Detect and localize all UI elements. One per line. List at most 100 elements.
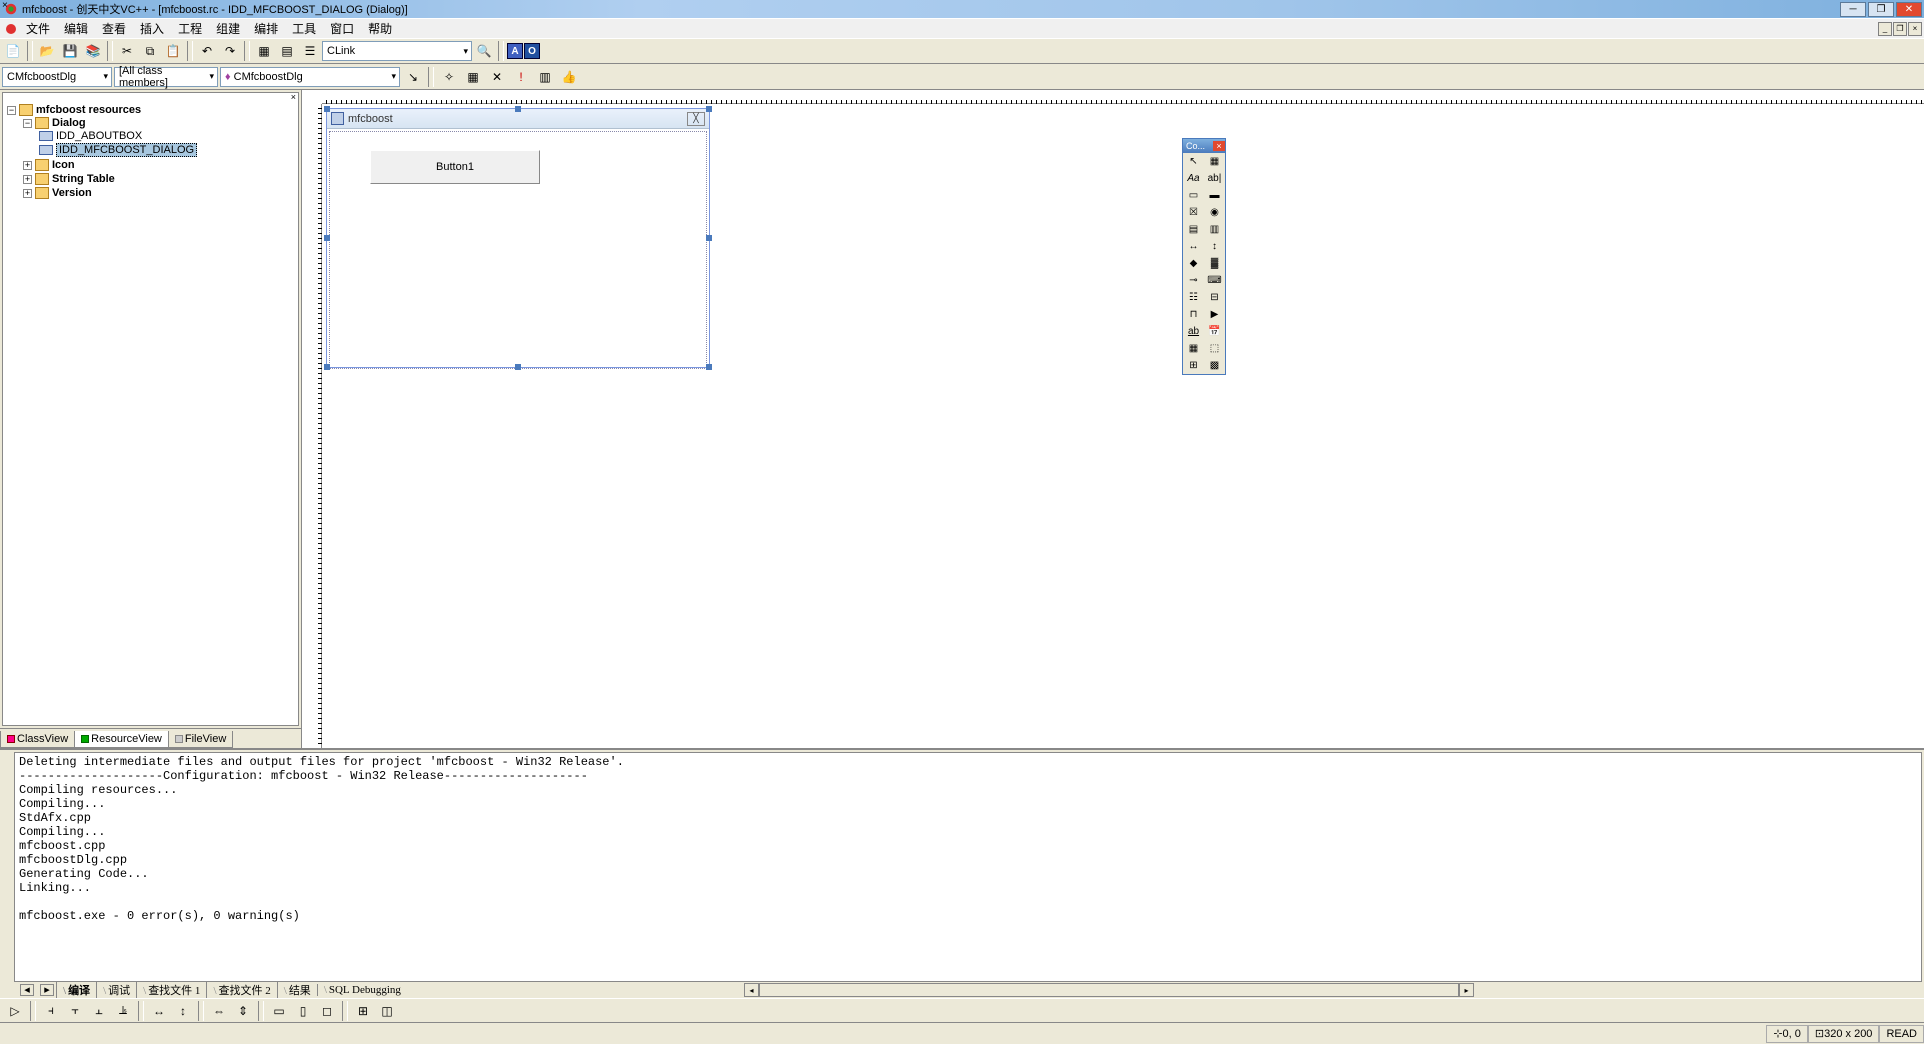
resize-handle[interactable] xyxy=(706,235,712,241)
find-combo[interactable]: CLink xyxy=(322,41,472,61)
month-tool-icon[interactable]: ▦ xyxy=(1183,340,1204,357)
hscroll-left[interactable]: ◂ xyxy=(744,983,759,997)
output-tab-find1[interactable]: 查找文件 1 xyxy=(136,982,206,998)
save-button[interactable]: 💾 xyxy=(59,40,81,62)
combo-tool-icon[interactable]: ▤ xyxy=(1183,221,1204,238)
menu-view[interactable]: 查看 xyxy=(96,18,132,39)
tree-dialog-folder[interactable]: Dialog xyxy=(52,117,86,129)
output-tab-sql[interactable]: SQL Debugging xyxy=(317,984,407,996)
mdi-restore[interactable]: ❐ xyxy=(1893,22,1907,36)
tab-fileview[interactable]: FileView xyxy=(168,731,233,748)
action2-icon[interactable]: ▦ xyxy=(462,66,484,88)
menu-project[interactable]: 工程 xyxy=(172,18,208,39)
output-nav-right[interactable]: ▸ xyxy=(40,984,54,996)
dialog-designer[interactable]: mfcboost ╳ Button1 Co...× ↖ xyxy=(302,90,1924,748)
find-button[interactable]: 🔍 xyxy=(473,40,495,62)
tile-h-button[interactable]: A xyxy=(507,43,523,59)
resize-handle[interactable] xyxy=(706,106,712,112)
align-left-icon[interactable]: ⫞ xyxy=(40,1000,62,1022)
dialog-frame[interactable]: mfcboost ╳ Button1 xyxy=(326,108,710,368)
slider-tool-icon[interactable]: ⊸ xyxy=(1183,272,1204,289)
checkbox-tool-icon[interactable]: ☒ xyxy=(1183,204,1204,221)
space-v-icon[interactable]: ⇕ xyxy=(232,1000,254,1022)
hscroll-right[interactable]: ▸ xyxy=(1459,983,1474,997)
picture-tool-icon[interactable]: ▦ xyxy=(1204,153,1225,170)
group-tool-icon[interactable]: ▭ xyxy=(1183,187,1204,204)
menu-insert[interactable]: 插入 xyxy=(134,18,170,39)
button-tool-icon[interactable]: ▬ xyxy=(1204,187,1225,204)
custom-tool-icon[interactable]: ⊞ xyxy=(1183,357,1204,374)
mdi-minimize[interactable]: _ xyxy=(1878,22,1892,36)
resize-handle[interactable] xyxy=(324,235,330,241)
static-tool-icon[interactable]: Aa xyxy=(1183,170,1204,187)
list-tool-icon[interactable]: ☷ xyxy=(1183,289,1204,306)
save-all-button[interactable]: 📚 xyxy=(82,40,104,62)
grid-toggle-icon[interactable]: ⊞ xyxy=(352,1000,374,1022)
maximize-button[interactable]: ❐ xyxy=(1868,2,1894,17)
resize-handle[interactable] xyxy=(515,364,521,370)
tree-stringtable-folder[interactable]: String Table xyxy=(52,173,115,185)
spin-tool-icon[interactable]: ◆ xyxy=(1183,255,1204,272)
action5-icon[interactable]: ▥ xyxy=(534,66,556,88)
edit-tool-icon[interactable]: ab| xyxy=(1204,170,1225,187)
output-close-icon[interactable]: × xyxy=(2,0,8,11)
menu-edit[interactable]: 编辑 xyxy=(58,18,94,39)
action4-icon[interactable]: ! xyxy=(510,66,532,88)
menu-tools[interactable]: 工具 xyxy=(286,18,322,39)
richedit-tool-icon[interactable]: ab xyxy=(1183,323,1204,340)
space-h-icon[interactable]: ⇔ xyxy=(208,1000,230,1022)
align-bottom-icon[interactable]: ⫡ xyxy=(112,1000,134,1022)
open-button[interactable]: 📂 xyxy=(36,40,58,62)
hotkey-tool-icon[interactable]: ⌨ xyxy=(1204,272,1225,289)
center-v-icon[interactable]: ↕ xyxy=(172,1000,194,1022)
workspace-button[interactable]: ▦ xyxy=(253,40,275,62)
extended-tool-icon[interactable]: ▩ xyxy=(1204,357,1225,374)
menu-file[interactable]: 文件 xyxy=(20,18,56,39)
hscroll-track[interactable] xyxy=(759,983,1459,997)
paste-button[interactable]: 📋 xyxy=(162,40,184,62)
tree-root[interactable]: mfcboost resources xyxy=(36,104,141,116)
tab-classview[interactable]: ClassView xyxy=(0,731,75,748)
test-dialog-button[interactable]: ▷ xyxy=(4,1000,26,1022)
goto-button[interactable]: ↘ xyxy=(402,66,424,88)
dialog-close-icon[interactable]: ╳ xyxy=(687,112,705,126)
panel-close-icon[interactable]: × xyxy=(291,92,296,102)
vscroll-tool-icon[interactable]: ↕ xyxy=(1204,238,1225,255)
same-size-icon[interactable]: ◻ xyxy=(316,1000,338,1022)
member-combo[interactable]: ♦CMfcboostDlg xyxy=(220,67,400,87)
radio-tool-icon[interactable]: ◉ xyxy=(1204,204,1225,221)
menu-layout[interactable]: 编排 xyxy=(248,18,284,39)
align-right-icon[interactable]: ⫟ xyxy=(64,1000,86,1022)
action3-icon[interactable]: ✕ xyxy=(486,66,508,88)
copy-button[interactable]: ⧉ xyxy=(139,40,161,62)
datetime-tool-icon[interactable]: 📅 xyxy=(1204,323,1225,340)
tile-v-button[interactable]: O xyxy=(524,43,540,59)
output-tab-debug[interactable]: 调试 xyxy=(96,982,136,998)
animate-tool-icon[interactable]: ▶ xyxy=(1204,306,1225,323)
menu-window[interactable]: 窗口 xyxy=(324,18,360,39)
tab-resourceview[interactable]: ResourceView xyxy=(74,731,169,748)
build-output[interactable]: Deleting intermediate files and output f… xyxy=(14,752,1922,982)
listbox-tool-icon[interactable]: ▥ xyxy=(1204,221,1225,238)
resize-handle[interactable] xyxy=(324,106,330,112)
same-height-icon[interactable]: ▯ xyxy=(292,1000,314,1022)
ip-tool-icon[interactable]: ⬚ xyxy=(1204,340,1225,357)
tree-icon-folder[interactable]: Icon xyxy=(52,159,75,171)
minimize-button[interactable]: ─ xyxy=(1840,2,1866,17)
redo-button[interactable]: ↷ xyxy=(219,40,241,62)
output-tab-results[interactable]: 结果 xyxy=(277,982,317,998)
tree-version-folder[interactable]: Version xyxy=(52,187,92,199)
tab-tool-icon[interactable]: ⊓ xyxy=(1183,306,1204,323)
resize-handle[interactable] xyxy=(706,364,712,370)
controls-toolbox[interactable]: Co...× ↖ ▦ Aa ab| ▭ ▬ ☒ ◉ ▤ ▥ ↔ ↕ ◆ ▓ ⊸ … xyxy=(1182,138,1226,375)
action6-icon[interactable]: 👍 xyxy=(558,66,580,88)
toolbox-close-icon[interactable]: × xyxy=(1213,141,1225,151)
resize-handle[interactable] xyxy=(515,106,521,112)
menu-build[interactable]: 组建 xyxy=(210,18,246,39)
resize-handle[interactable] xyxy=(324,364,330,370)
new-button[interactable]: 📄 xyxy=(2,40,24,62)
cut-button[interactable]: ✂ xyxy=(116,40,138,62)
window-list-button[interactable]: ☰ xyxy=(299,40,321,62)
output-nav-left[interactable]: ◂ xyxy=(20,984,34,996)
progress-tool-icon[interactable]: ▓ xyxy=(1204,255,1225,272)
